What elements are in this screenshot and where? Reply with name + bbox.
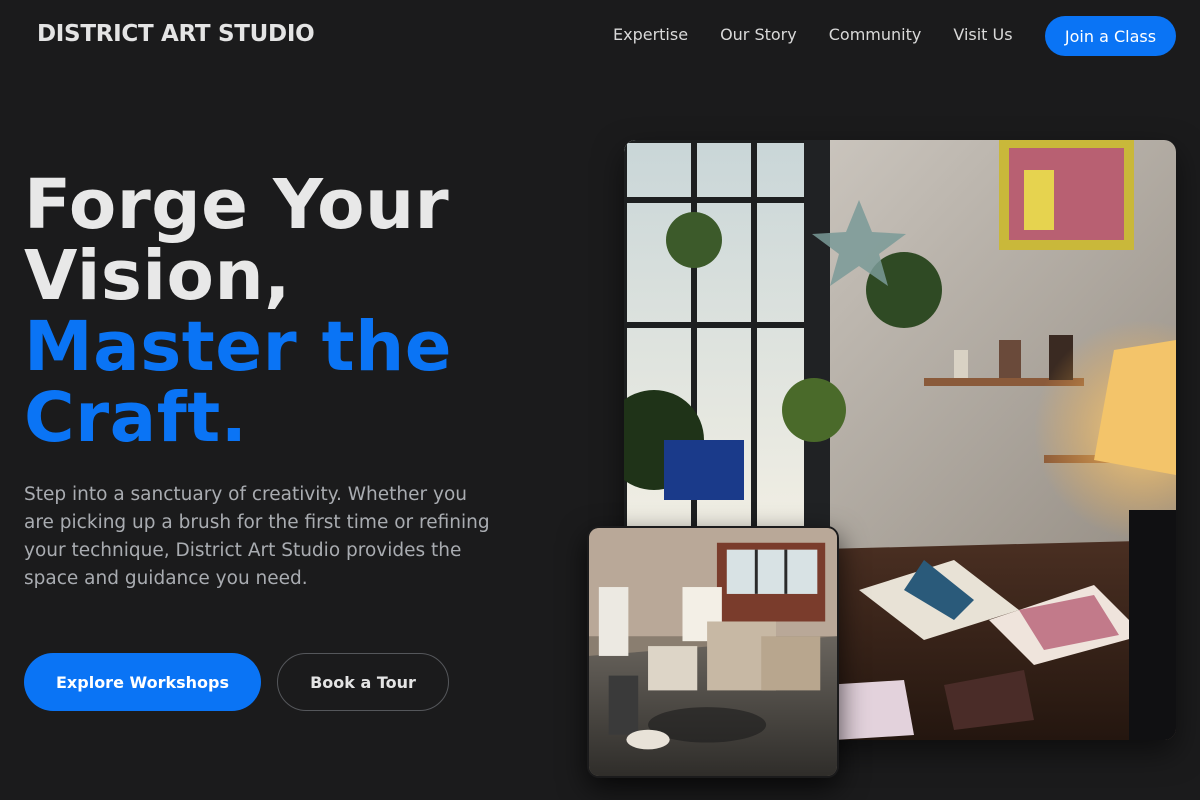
nav-link-visit-us[interactable]: Visit Us	[953, 25, 1012, 45]
book-tour-button[interactable]: Book a Tour	[277, 653, 449, 711]
explore-workshops-button[interactable]: Explore Workshops	[24, 653, 261, 711]
studio-workspace-illustration	[589, 528, 837, 776]
site-logo[interactable]: DISTRICT ART STUDIO	[37, 21, 315, 47]
hero-title-line-1: Forge Your Vision,	[24, 165, 450, 316]
nav-link-community[interactable]: Community	[829, 25, 922, 45]
hero-title-line-2: Master the Craft.	[24, 307, 453, 458]
studio-secondary-image	[587, 526, 839, 778]
hero-description: Step into a sanctuary of creativity. Whe…	[24, 484, 490, 589]
main-nav: Expertise Our Story Community Visit Us	[613, 25, 1045, 45]
hero-title: Forge Your Vision, Master the Craft.	[24, 170, 584, 454]
nav-link-expertise[interactable]: Expertise	[613, 25, 688, 45]
landing-page: DISTRICT ART STUDIO Expertise Our Story …	[0, 0, 1200, 800]
join-class-button[interactable]: Join a Class	[1045, 16, 1176, 56]
nav-link-our-story[interactable]: Our Story	[720, 25, 797, 45]
